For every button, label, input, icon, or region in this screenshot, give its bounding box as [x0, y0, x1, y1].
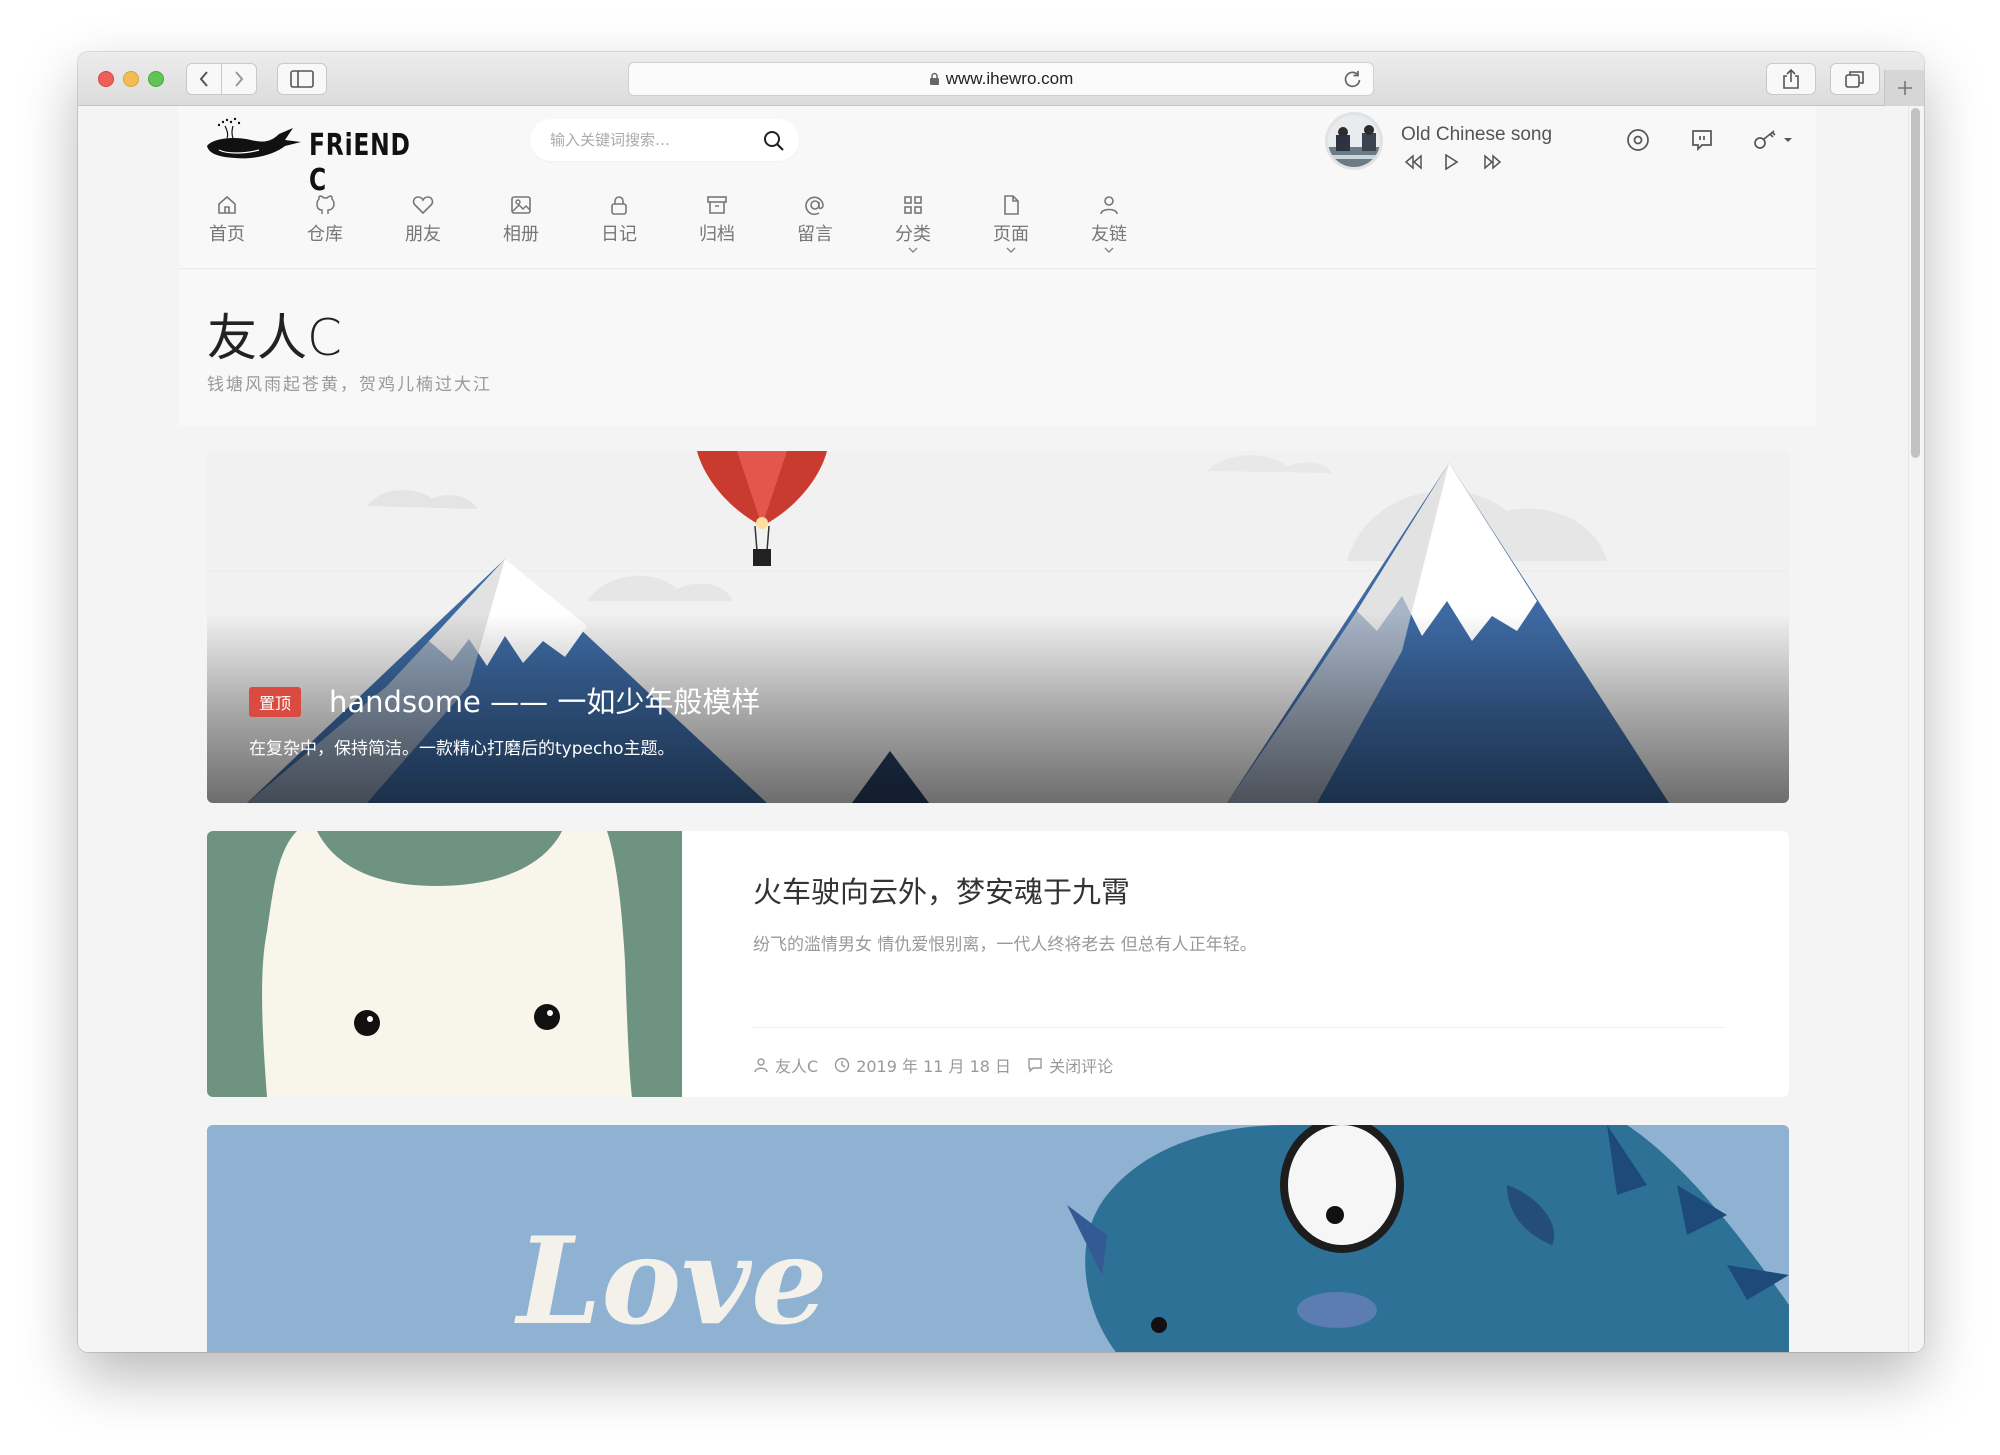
nav-item-archive[interactable]: 归档	[677, 188, 757, 266]
chevron-down-icon	[1006, 247, 1016, 253]
message-icon[interactable]	[1690, 128, 1714, 152]
user-icon	[1100, 196, 1118, 215]
close-window-button[interactable]	[98, 71, 114, 87]
post-author[interactable]: 友人C	[753, 1053, 818, 1077]
intro-block: 友人C 钱塘风雨起苍黄，贺鸡儿楠过大江	[179, 270, 1816, 426]
web-viewport: FRiEND C 输入关键词搜索… Old Chinese song 首页 仓库…	[78, 106, 1924, 1352]
address-bar[interactable]: www.ihewro.com	[628, 62, 1374, 96]
clock-icon	[834, 1057, 850, 1073]
chevron-left-icon	[199, 71, 208, 87]
post-comments[interactable]: 关闭评论	[1027, 1053, 1113, 1077]
tabs-overview-button[interactable]	[1830, 63, 1880, 95]
post-thumbnail-cat-illustration[interactable]	[207, 831, 682, 1097]
album-art-icon	[1328, 115, 1380, 167]
forward-button[interactable]	[221, 63, 257, 95]
sidebar-toggle-button[interactable]	[277, 63, 327, 95]
github-icon	[316, 195, 335, 214]
nav-item-home[interactable]: 首页	[187, 188, 267, 266]
nav-item-repo[interactable]: 仓库	[285, 188, 365, 266]
post-summary: 纷飞的滥情男女 情仇爱恨别离，一代人终将老去 但总有人正年轻。	[753, 935, 1257, 955]
sidebar-icon	[290, 70, 314, 88]
post-divider	[753, 1027, 1725, 1028]
image-icon	[511, 196, 531, 214]
lock-icon	[929, 72, 939, 85]
browser-window: www.ihewro.com FRiEND C 输入关键词搜索… Old Chi…	[78, 52, 1924, 1352]
key-dropdown-icon[interactable]	[1752, 128, 1796, 152]
comments-text: 关闭评论	[1049, 1057, 1114, 1076]
share-button[interactable]	[1766, 63, 1816, 95]
post-meta: 友人C 2019 年 11 月 18 日 关闭评论	[753, 1053, 1129, 1077]
nav-item-category[interactable]: 分类	[873, 188, 953, 266]
pinned-badge: 置顶	[249, 687, 302, 717]
hero-post-title[interactable]: handsome —— 一如少年般模样	[329, 679, 760, 721]
play-icon[interactable]	[1443, 154, 1459, 170]
page-scrollbar[interactable]	[1908, 106, 1924, 1352]
nav-label: 日记	[601, 224, 637, 245]
chevron-down-icon	[1104, 247, 1114, 253]
post-date: 2019 年 11 月 18 日	[834, 1053, 1011, 1077]
nav-label: 留言	[797, 224, 833, 245]
at-icon	[805, 196, 824, 216]
love-monster-illustration: Love	[207, 1125, 1789, 1352]
nav-label: 友链	[1091, 224, 1127, 245]
album-cover[interactable]	[1325, 112, 1383, 170]
lock-icon	[611, 196, 627, 215]
search-box	[530, 119, 799, 161]
hero-post-summary: 在复杂中，保持简洁。一款精心打磨后的typecho主题。	[249, 739, 675, 759]
nav-label: 仓库	[307, 224, 343, 245]
page-title: 友人C	[207, 309, 342, 367]
new-tab-button[interactable]	[1884, 70, 1924, 106]
date-text: 2019 年 11 月 18 日	[856, 1057, 1012, 1076]
share-icon	[1783, 68, 1799, 89]
archive-icon	[707, 196, 727, 214]
previous-track-icon[interactable]	[1403, 154, 1423, 170]
back-button[interactable]	[186, 63, 222, 95]
file-icon	[1004, 195, 1019, 215]
author-name: 友人C	[775, 1057, 819, 1076]
comment-icon	[1028, 1058, 1042, 1073]
nav-label: 归档	[699, 224, 735, 245]
pinned-post-card[interactable]: 置顶 handsome —— 一如少年般模样 在复杂中，保持简洁。一款精心打磨后…	[207, 451, 1789, 803]
post-title[interactable]: 火车驶向云外，梦安魂于九霄	[753, 869, 1130, 911]
target-icon[interactable]	[1626, 128, 1650, 152]
scrollbar-thumb[interactable]	[1911, 108, 1920, 458]
site-header: FRiEND C 输入关键词搜索… Old Chinese song 首页 仓库…	[179, 106, 1816, 269]
chevron-right-icon	[235, 71, 244, 87]
nav-item-links[interactable]: 友链	[1069, 188, 1149, 266]
page-subtitle: 钱塘风雨起苍黄，贺鸡儿楠过大江	[207, 375, 492, 395]
nav-label: 页面	[993, 224, 1029, 245]
love-lettering: Love	[514, 1211, 828, 1352]
post-card-love[interactable]: Love	[207, 1125, 1789, 1352]
nav-label: 朋友	[405, 224, 441, 245]
song-title: Old Chinese song	[1401, 124, 1553, 145]
search-input[interactable]	[550, 131, 750, 149]
home-icon	[218, 195, 236, 214]
site-logo[interactable]: FRiEND C	[205, 116, 410, 198]
nav-item-diary[interactable]: 日记	[579, 188, 659, 266]
search-icon[interactable]	[763, 130, 785, 152]
plus-icon	[1897, 81, 1912, 95]
tabs-icon	[1845, 71, 1864, 88]
post-card[interactable]: 火车驶向云外，梦安魂于九霄 纷飞的滥情男女 情仇爱恨别离，一代人终将老去 但总有…	[207, 831, 1789, 1097]
nav-label: 相册	[503, 224, 539, 245]
browser-toolbar: www.ihewro.com	[78, 52, 1924, 106]
whale-icon	[207, 117, 301, 159]
chevron-down-icon	[908, 247, 918, 253]
minimize-window-button[interactable]	[123, 71, 139, 87]
nav-item-album[interactable]: 相册	[481, 188, 561, 266]
heart-icon	[412, 196, 434, 215]
url-text: www.ihewro.com	[945, 69, 1074, 88]
zoom-window-button[interactable]	[148, 71, 164, 87]
reload-icon[interactable]	[1343, 69, 1363, 89]
nav-label: 首页	[209, 224, 245, 245]
nav-item-friends[interactable]: 朋友	[383, 188, 463, 266]
nav-item-guestbook[interactable]: 留言	[775, 188, 855, 266]
blog-page: FRiEND C 输入关键词搜索… Old Chinese song 首页 仓库…	[179, 106, 1816, 1352]
next-track-icon[interactable]	[1483, 154, 1503, 170]
nav-item-pages[interactable]: 页面	[971, 188, 1051, 266]
grid-icon	[904, 196, 922, 214]
nav-label: 分类	[895, 224, 931, 245]
user-icon	[754, 1058, 768, 1073]
